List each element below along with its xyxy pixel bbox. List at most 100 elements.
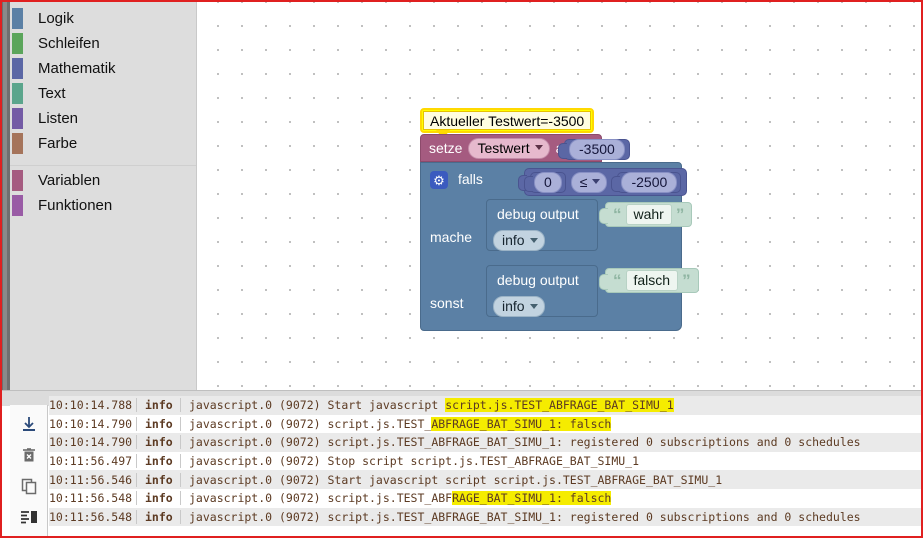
close-quote-icon: ” bbox=[675, 205, 685, 224]
chevron-down-icon bbox=[534, 145, 543, 150]
controls-if-block[interactable]: ⚙ falls mache sonst 0 ≤ -2500 debug outp… bbox=[420, 162, 699, 331]
log-timestamp: 10:11:56.546 bbox=[49, 472, 137, 487]
category-label: Listen bbox=[38, 110, 79, 127]
close-quote-icon: ” bbox=[682, 271, 691, 290]
log-rows-container[interactable]: 10:10:14.788 info javascript.0 (9072) Star… bbox=[49, 396, 921, 536]
log-row[interactable]: 10:11:56.546 info javascript.0 (9072) Star… bbox=[49, 470, 921, 489]
debug-output-block-else[interactable]: debug output info “ falsch ” bbox=[486, 265, 699, 317]
log-row[interactable]: 10:10:14.790 info javascript.0 (9072) scri… bbox=[49, 433, 921, 452]
category-color-swatch bbox=[12, 33, 23, 54]
log-severity: info bbox=[137, 454, 181, 469]
severity-dropdown[interactable]: info bbox=[493, 296, 545, 317]
log-severity: info bbox=[137, 472, 181, 487]
toolbox-category-mathematik[interactable]: Mathematik bbox=[10, 56, 196, 81]
variable-dropdown[interactable]: Testwert bbox=[468, 137, 550, 159]
log-row[interactable]: 10:11:56.548 info javascript.0 (9072) scri… bbox=[49, 507, 921, 527]
log-row[interactable]: 10:10:14.788 info javascript.0 (9072) Star… bbox=[49, 396, 921, 415]
blockly-editor-window: Logik Schleifen Mathematik Text Listen F… bbox=[2, 2, 921, 536]
chevron-down-icon bbox=[592, 179, 601, 184]
math-number-block-value[interactable]: -3500 bbox=[558, 139, 630, 160]
open-quote-icon: “ bbox=[613, 205, 622, 224]
list-view-icon[interactable] bbox=[18, 506, 40, 528]
log-message: javascript.0 (9072) script.js.TEST_ABFRA… bbox=[181, 510, 861, 524]
text-string-block-else[interactable]: “ falsch ” bbox=[599, 268, 699, 293]
log-row[interactable]: 10:10:14.790 info javascript.0 (9072) scri… bbox=[49, 414, 921, 434]
severity-dropdown[interactable]: info bbox=[493, 230, 545, 251]
log-severity: info bbox=[137, 416, 181, 431]
math-number-block-right[interactable]: -2500 bbox=[611, 171, 682, 193]
log-toolbar bbox=[10, 405, 48, 536]
input-plug bbox=[599, 274, 608, 290]
category-color-swatch bbox=[12, 58, 23, 79]
trash-delete-icon[interactable] bbox=[18, 444, 40, 466]
number-field-right[interactable]: -2500 bbox=[621, 171, 678, 193]
gear-icon[interactable]: ⚙ bbox=[430, 171, 448, 189]
log-panel: 10:10:14.788 info javascript.0 (9072) Star… bbox=[2, 390, 921, 536]
category-color-swatch bbox=[12, 133, 23, 154]
block-comment-bubble[interactable]: Aktueller Testwert=-3500 bbox=[420, 108, 594, 139]
open-quote-icon: “ bbox=[613, 271, 622, 290]
number-field[interactable]: -3500 bbox=[569, 139, 625, 160]
log-message: javascript.0 (9072) script.js.TEST_ABFRA… bbox=[181, 416, 612, 431]
download-icon[interactable] bbox=[18, 413, 40, 435]
severity-value: info bbox=[502, 298, 525, 314]
category-label: Logik bbox=[38, 10, 74, 27]
debug-output-label: debug output bbox=[497, 206, 579, 222]
log-message-text: javascript.0 (9072) script.js.TEST_ABFRA… bbox=[189, 509, 861, 524]
do-label: mache bbox=[430, 229, 473, 245]
operator-symbol: ≤ bbox=[579, 173, 588, 190]
toolbox-category-funktionen[interactable]: Funktionen bbox=[10, 193, 196, 218]
category-color-swatch bbox=[12, 108, 23, 129]
chevron-down-icon bbox=[529, 237, 538, 243]
toolbox-category-schleifen[interactable]: Schleifen bbox=[10, 31, 196, 56]
log-timestamp: 10:10:14.790 bbox=[49, 416, 137, 431]
input-plug bbox=[599, 208, 608, 224]
toolbox-category-text[interactable]: Text bbox=[10, 81, 196, 106]
toolbox-category-logik[interactable]: Logik bbox=[10, 6, 196, 31]
blockly-workspace[interactable]: Aktueller Testwert=-3500 setze Testwert … bbox=[198, 2, 921, 405]
variables-set-block[interactable]: setze Testwert auf -3500 bbox=[420, 134, 630, 162]
copy-icon[interactable] bbox=[18, 475, 40, 497]
log-timestamp: 10:10:14.790 bbox=[49, 435, 137, 450]
toolbox-category-listen[interactable]: Listen bbox=[10, 106, 196, 131]
math-number-block-left[interactable]: 0 bbox=[524, 171, 566, 193]
operator-dropdown[interactable]: ≤ bbox=[570, 171, 608, 193]
log-message: javascript.0 (9072) Start javascript scr… bbox=[181, 473, 722, 487]
log-message-text: javascript.0 (9072) Stop script script.j… bbox=[189, 454, 640, 469]
log-message-highlight: RAGE_BAT_SIMU_1: falsch bbox=[452, 491, 612, 506]
log-message-text: javascript.0 (9072) script.js.TEST_ bbox=[189, 416, 432, 431]
text-field-else[interactable]: falsch bbox=[625, 270, 679, 291]
log-severity: info bbox=[137, 435, 181, 450]
log-row[interactable]: 10:11:56.548 info javascript.0 (9072) scri… bbox=[49, 488, 921, 508]
log-row[interactable]: 10:11:56.497 info javascript.0 (9072) Stop… bbox=[49, 451, 921, 471]
severity-value: info bbox=[502, 232, 525, 248]
log-severity: info bbox=[137, 509, 181, 524]
log-message: javascript.0 (9072) script.js.TEST_ABFRA… bbox=[181, 491, 612, 506]
text-string-block-do[interactable]: “ wahr ” bbox=[599, 202, 693, 227]
if-label: falls bbox=[458, 171, 483, 187]
log-message-text: javascript.0 (9072) Start javascript scr… bbox=[189, 472, 723, 487]
text-field-do[interactable]: wahr bbox=[625, 204, 672, 225]
category-color-swatch bbox=[12, 195, 23, 216]
log-message-text: javascript.0 (9072) Start javascript bbox=[189, 398, 446, 413]
input-plug bbox=[524, 175, 533, 192]
blockly-toolbox: Logik Schleifen Mathematik Text Listen F… bbox=[10, 2, 197, 405]
log-message-highlight: script.js.TEST_ABFRAGE_BAT_SIMU_1 bbox=[445, 398, 674, 413]
toolbox-category-variablen[interactable]: Variablen bbox=[10, 168, 196, 193]
toolbox-category-farbe[interactable]: Farbe bbox=[10, 131, 196, 156]
log-severity: info bbox=[137, 398, 181, 413]
log-message-text: javascript.0 (9072) script.js.TEST_ABF bbox=[189, 491, 453, 506]
category-label: Text bbox=[38, 85, 66, 102]
log-timestamp: 10:10:14.788 bbox=[49, 398, 137, 413]
toolbox-separator bbox=[10, 156, 196, 166]
log-message: javascript.0 (9072) Stop script script.j… bbox=[181, 454, 639, 468]
number-field-left[interactable]: 0 bbox=[534, 171, 562, 193]
left-rail-thumb[interactable] bbox=[3, 2, 7, 405]
block-canvas: Aktueller Testwert=-3500 setze Testwert … bbox=[198, 2, 921, 405]
input-plug bbox=[611, 175, 621, 192]
log-timestamp: 10:11:56.548 bbox=[49, 509, 137, 524]
log-severity: info bbox=[137, 491, 181, 506]
category-color-swatch bbox=[12, 83, 23, 104]
debug-output-block-do[interactable]: debug output info “ wahr ” bbox=[486, 199, 693, 251]
logic-compare-block[interactable]: 0 ≤ -2500 bbox=[518, 168, 688, 196]
